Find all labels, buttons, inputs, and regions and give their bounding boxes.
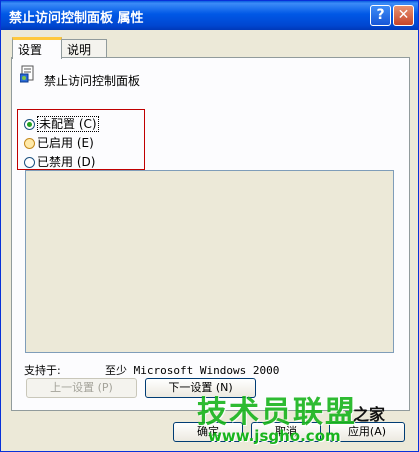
supported-on-value: 至少 Microsoft Windows 2000	[105, 364, 280, 377]
state-radio-group: 未配置 (C) 已启用 (E) 已禁用 (D)	[17, 109, 145, 170]
tab-explain-label: 说明	[67, 43, 92, 57]
window-title: 禁止访问控制面板 属性	[9, 11, 144, 26]
watermark-brand: 技术员联盟	[197, 395, 357, 430]
radio-not-configured-label: 未配置 (C)	[37, 116, 99, 132]
tab-settings-label: 设置	[18, 43, 43, 57]
tab-explain[interactable]: 说明	[61, 39, 107, 57]
radio-enabled[interactable]: 已启用 (E)	[24, 134, 94, 151]
radio-enabled-label: 已启用 (E)	[37, 136, 94, 150]
policy-name: 禁止访问控制面板	[44, 74, 141, 88]
radio-disabled[interactable]: 已禁用 (D)	[24, 153, 95, 170]
radio-selected-icon	[24, 119, 35, 130]
properties-window: 禁止访问控制面板 属性 ? ✕ 设置 说明 禁止访问控制面板 未配置 (C) 已…	[0, 0, 419, 452]
settings-detail-area	[25, 170, 394, 353]
settings-panel: 禁止访问控制面板 未配置 (C) 已启用 (E) 已禁用 (D) 支持于: 至少…	[11, 57, 410, 411]
close-button[interactable]: ✕	[393, 5, 414, 26]
help-button[interactable]: ?	[370, 5, 391, 26]
radio-disabled-label: 已禁用 (D)	[37, 155, 96, 169]
tab-settings[interactable]: 设置	[12, 37, 62, 59]
watermark-url: www.jsgho.com	[208, 427, 341, 445]
supported-on-label: 支持于:	[24, 364, 61, 377]
watermark-suffix: 之家	[353, 405, 386, 424]
title-bar[interactable]: 禁止访问控制面板 属性 ? ✕	[1, 1, 418, 30]
radio-unselected-icon	[24, 138, 35, 149]
policy-setting-icon	[20, 65, 34, 83]
previous-setting-button[interactable]: 上一设置 (P)	[26, 378, 137, 398]
radio-not-configured[interactable]: 未配置 (C)	[24, 115, 99, 132]
radio-unselected-icon	[24, 157, 35, 168]
